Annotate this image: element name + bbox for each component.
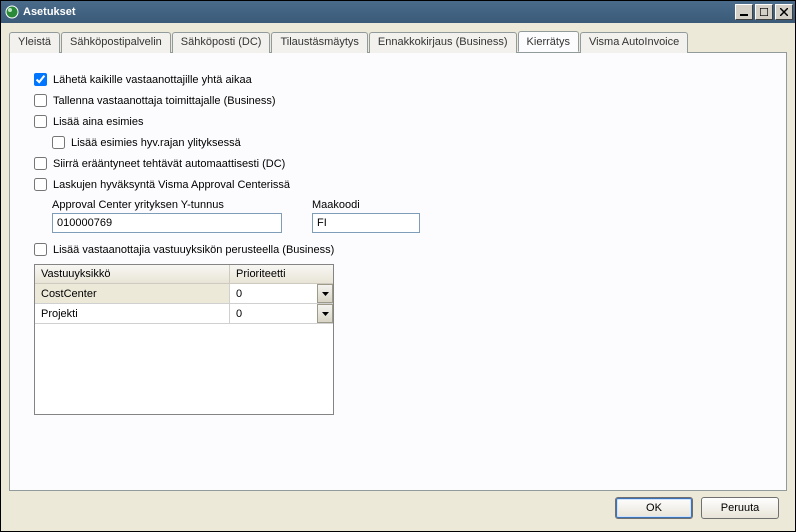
window-title: Asetukset <box>23 6 735 18</box>
settings-window: Asetukset Yleistä Sähköpostipalvelin Säh… <box>0 0 796 532</box>
grid-row[interactable]: CostCenter 0 <box>35 284 333 304</box>
checkbox-add-supervisor-limit[interactable] <box>52 136 65 149</box>
label-add-supervisor-limit: Lisää esimies hyv.rajan ylityksessä <box>71 137 241 149</box>
cancel-button[interactable]: Peruuta <box>701 497 779 519</box>
tab-general[interactable]: Yleistä <box>9 32 60 53</box>
tab-autoinvoice[interactable]: Visma AutoInvoice <box>580 32 688 53</box>
titlebar: Asetukset <box>1 1 795 23</box>
input-ytunnus[interactable] <box>52 213 282 233</box>
grid-cell-name[interactable]: CostCenter <box>35 284 230 303</box>
checkbox-move-overdue[interactable] <box>34 157 47 170</box>
grid-cell-name[interactable]: Projekti <box>35 304 230 323</box>
dropdown-button[interactable] <box>317 304 333 323</box>
window-buttons <box>735 4 793 20</box>
label-add-supervisor: Lisää aina esimies <box>53 116 144 128</box>
grid-cell-priority[interactable]: 0 <box>230 284 333 303</box>
dropdown-button[interactable] <box>317 284 333 303</box>
grid-cell-priority-value: 0 <box>236 308 242 320</box>
ok-button[interactable]: OK <box>615 497 693 519</box>
grid-col-responsibility[interactable]: Vastuuyksikkö <box>35 265 230 283</box>
tab-order-match[interactable]: Tilaustäsmäytys <box>271 32 367 53</box>
checkbox-save-recipient[interactable] <box>34 94 47 107</box>
tab-mailserver[interactable]: Sähköpostipalvelin <box>61 32 171 53</box>
tab-mail-dc[interactable]: Sähköposti (DC) <box>172 32 271 53</box>
tabstrip: Yleistä Sähköpostipalvelin Sähköposti (D… <box>9 31 787 52</box>
app-icon <box>5 5 19 19</box>
label-add-by-cost-unit: Lisää vastaanottajia vastuuyksikön perus… <box>53 244 334 256</box>
tab-prebooking[interactable]: Ennakkokirjaus (Business) <box>369 32 517 53</box>
checkbox-add-by-cost-unit[interactable] <box>34 243 47 256</box>
grid-body: CostCenter 0 Projekti 0 <box>35 284 333 414</box>
checkbox-add-supervisor[interactable] <box>34 115 47 128</box>
tab-circulation[interactable]: Kierrätys <box>518 31 579 52</box>
dialog-footer: OK Peruuta <box>9 491 787 525</box>
content-area: Yleistä Sähköpostipalvelin Sähköposti (D… <box>1 23 795 531</box>
priority-grid: Vastuuyksikkö Prioriteetti CostCenter 0 <box>34 264 334 415</box>
grid-cell-priority[interactable]: 0 <box>230 304 333 323</box>
label-send-all: Lähetä kaikille vastaanottajille yhtä ai… <box>53 74 252 86</box>
close-button[interactable] <box>775 4 793 20</box>
label-ytunnus: Approval Center yrityksen Y-tunnus <box>52 199 282 211</box>
maximize-button[interactable] <box>755 4 773 20</box>
grid-row[interactable]: Projekti 0 <box>35 304 333 324</box>
checkbox-send-all[interactable] <box>34 73 47 86</box>
minimize-button[interactable] <box>735 4 753 20</box>
grid-header: Vastuuyksikkö Prioriteetti <box>35 265 333 284</box>
tabpanel-circulation: Lähetä kaikille vastaanottajille yhtä ai… <box>9 52 787 491</box>
label-maakoodi: Maakoodi <box>312 199 420 211</box>
checkbox-approval-center[interactable] <box>34 178 47 191</box>
label-approval-center: Laskujen hyväksyntä Visma Approval Cente… <box>53 179 290 191</box>
grid-col-priority[interactable]: Prioriteetti <box>230 265 333 283</box>
label-move-overdue: Siirrä erääntyneet tehtävät automaattise… <box>53 158 285 170</box>
input-maakoodi[interactable] <box>312 213 420 233</box>
label-save-recipient: Tallenna vastaanottaja toimittajalle (Bu… <box>53 95 276 107</box>
grid-cell-priority-value: 0 <box>236 288 242 300</box>
